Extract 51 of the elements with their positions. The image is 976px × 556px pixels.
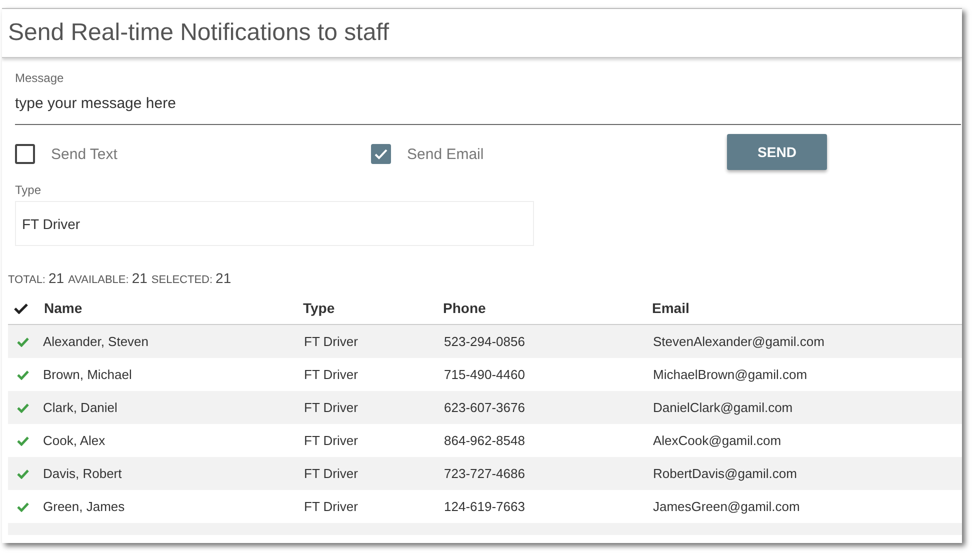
column-header[interactable]: Type — [303, 300, 443, 316]
table-cell-text: FT Driver — [304, 367, 359, 382]
table-cell-text: MichaelBrown@gamil.com — [653, 367, 808, 382]
check-icon[interactable] — [17, 402, 29, 412]
field-label: Type — [15, 183, 42, 197]
checkbox-label: Send Email — [407, 146, 484, 162]
table-cell-text: Clark, Daniel — [43, 400, 118, 415]
count-value: 21 — [216, 270, 232, 286]
column-header[interactable]: Phone — [443, 300, 652, 316]
table-cell-text: FT Driver — [304, 466, 359, 481]
table-cell-text: Alexander, Steven — [43, 334, 150, 349]
column-header[interactable]: Name — [44, 300, 303, 316]
table-cell-text: Cook, Alex — [43, 433, 106, 448]
send-button[interactable]: SEND — [727, 134, 827, 170]
column-header[interactable]: Email — [652, 300, 952, 316]
count-value: 21 — [48, 270, 64, 286]
table-cell-text: RobertDavis@gamil.com — [653, 466, 798, 481]
table-cell-text: Davis, Robert — [43, 466, 123, 481]
table-cell-text: Brown, Michael — [43, 367, 133, 382]
table-cell-text: StevenAlexander@gamil.com — [653, 334, 826, 349]
table-cell-text: Green, James — [43, 499, 126, 514]
table-cell-text: JamesGreen@gamil.com — [653, 499, 801, 514]
checkbox-label: Send Text — [51, 146, 118, 162]
field-label: Message — [15, 71, 65, 85]
table-cell-text: 124-619-7663 — [444, 499, 526, 514]
check-icon[interactable] — [17, 436, 29, 446]
table-cell-text: FT Driver — [304, 433, 359, 448]
type-field[interactable]: FT Driver — [15, 201, 534, 246]
check-icon[interactable] — [17, 468, 29, 478]
check-icon[interactable] — [17, 336, 29, 346]
checkbox[interactable] — [15, 144, 35, 164]
table-cell-text: 723-727-4686 — [444, 466, 526, 481]
check-icon[interactable] — [17, 502, 29, 512]
table-cell-text: FT Driver — [304, 400, 359, 415]
table-cell-text: 523-294-0856 — [444, 334, 526, 349]
count-label: AVAILABLE: — [68, 274, 129, 286]
check-icon — [374, 148, 388, 160]
select-all-icon[interactable] — [14, 302, 28, 314]
table-cell-text: 715-490-4460 — [444, 367, 526, 382]
table-cell-text: AlexCook@gamil.com — [653, 433, 782, 448]
page-title: Send Real-time Notifications to staff — [8, 19, 390, 47]
count-label: TOTAL: — [8, 274, 46, 286]
table-cell-text: FT Driver — [304, 499, 359, 514]
count-label: SELECTED: — [151, 274, 213, 286]
count-value: 21 — [132, 270, 148, 286]
table-cell-text: FT Driver — [304, 334, 359, 349]
checkbox[interactable] — [371, 144, 391, 164]
table-cell-text: 864-962-8548 — [444, 433, 526, 448]
check-icon[interactable] — [17, 370, 29, 380]
table-cell-text: 623-607-3676 — [444, 400, 526, 415]
table-cell-text: DanielClark@gamil.com — [653, 400, 794, 415]
